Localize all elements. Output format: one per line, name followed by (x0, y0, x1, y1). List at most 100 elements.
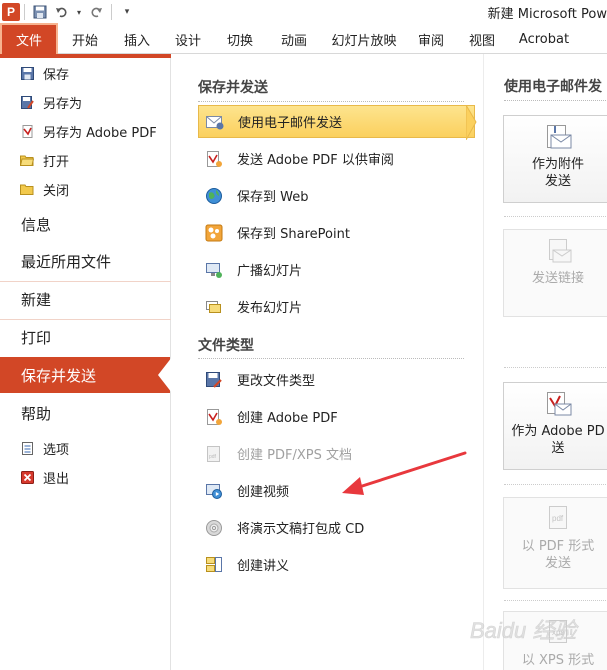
window-title: 新建 Microsoft Pow (487, 7, 607, 22)
send-as-xps-line1: 以 XPS 形式 (521, 653, 595, 668)
pdf-review-icon (205, 150, 223, 168)
baidu-watermark-text: Baidu 经验 (470, 618, 579, 643)
option-send-pdf-review[interactable]: 发送 Adobe PDF 以供审阅 (198, 142, 475, 175)
nav-save[interactable]: 保存 (20, 60, 69, 86)
send-as-pdf-button: pdf 以 PDF 形式 发送 (503, 497, 607, 589)
nav-help[interactable]: 帮助 (0, 395, 171, 431)
link-icon (541, 236, 575, 266)
change-type-icon (205, 371, 223, 389)
nav-new[interactable]: 新建 (0, 281, 171, 317)
nav-save-as-pdf[interactable]: 另存为 Adobe PDF (20, 118, 157, 144)
handout-icon (205, 556, 223, 574)
section-title-file-types: 文件类型 (198, 338, 254, 354)
customize-qat-icon[interactable]: ▾ (118, 3, 136, 21)
email-icon (206, 113, 224, 131)
send-as-pdf-line2: 发送 (544, 556, 571, 571)
undo-dropdown-icon[interactable]: ▾ (75, 3, 83, 21)
video-icon (205, 482, 223, 500)
nav-close-label: 关闭 (43, 183, 70, 199)
tab-insert[interactable]: 插入 (112, 24, 162, 54)
selected-item-pointer (466, 105, 477, 140)
send-as-attachment-button[interactable]: 作为附件 发送 (503, 115, 607, 203)
redo-icon[interactable] (87, 3, 105, 21)
svg-text:pdf: pdf (552, 514, 564, 523)
pdf-send-icon: pdf (541, 504, 575, 534)
send-link-button: 发送链接 (503, 229, 607, 317)
tab-view[interactable]: 视图 (456, 24, 508, 54)
svg-text:pdf: pdf (209, 454, 217, 460)
tab-design[interactable]: 设计 (162, 24, 214, 54)
option-change-file-type[interactable]: 更改文件类型 (198, 363, 475, 396)
qat-divider (111, 4, 112, 20)
save-as-icon (20, 95, 34, 109)
broadcast-icon (205, 261, 223, 279)
nav-save-label: 保存 (43, 67, 70, 83)
send-as-adobe-pdf-button[interactable]: 作为 Adobe PD 送 (503, 382, 607, 470)
nav-options-label: 选项 (43, 442, 70, 458)
nav-info[interactable]: 信息 (0, 206, 171, 242)
nav-save-and-send[interactable]: 保存并发送 (0, 357, 170, 393)
section-divider (504, 484, 607, 485)
title-bar: P ▾ ▾ 新建 Microsoft Pow (0, 0, 607, 24)
section-divider (504, 367, 607, 368)
send-as-attachment-label: 作为附件 发送 (503, 156, 607, 190)
save-icon[interactable] (31, 3, 49, 21)
email-options-panel: 使用电子邮件发 作为附件 发送 发送链接 作为 Adobe PD 送 pdf 以… (483, 54, 607, 670)
option-send-email[interactable]: 使用电子邮件发送 (198, 105, 475, 138)
nav-recent[interactable]: 最近所用文件 (0, 243, 171, 279)
option-save-web[interactable]: 保存到 Web (198, 179, 475, 212)
option-package-cd-label: 将演示文稿打包成 CD (237, 522, 365, 537)
pdf-xps-icon: pdf (205, 445, 223, 463)
nav-save-as-pdf-label: 另存为 Adobe PDF (43, 125, 157, 141)
quick-access-toolbar: P ▾ ▾ (0, 0, 138, 24)
nav-print[interactable]: 打印 (0, 319, 171, 355)
tab-slideshow[interactable]: 幻灯片放映 (322, 24, 406, 54)
close-folder-icon (20, 182, 34, 196)
nav-options[interactable]: 选项 (20, 435, 69, 461)
option-create-handouts-label: 创建讲义 (237, 559, 290, 574)
globe-icon (205, 187, 223, 205)
sharepoint-icon (205, 224, 223, 242)
option-create-video-label: 创建视频 (237, 485, 290, 500)
option-publish-slides-label: 发布幻灯片 (237, 301, 303, 316)
powerpoint-app-icon[interactable]: P (2, 3, 20, 21)
nav-open-label: 打开 (43, 154, 70, 170)
nav-close[interactable]: 关闭 (20, 176, 69, 202)
backstage-accent-strip (0, 54, 171, 58)
cd-icon (205, 519, 223, 537)
option-broadcast[interactable]: 广播幻灯片 (198, 253, 475, 286)
tab-transitions[interactable]: 切换 (214, 24, 266, 54)
section-divider (198, 101, 464, 102)
publish-icon (205, 298, 223, 316)
nav-exit-label: 退出 (43, 471, 70, 487)
tab-acrobat[interactable]: Acrobat (508, 24, 580, 54)
send-as-xps-label: 以 XPS 形式 (503, 652, 607, 669)
section-divider (504, 100, 607, 101)
option-change-file-type-label: 更改文件类型 (237, 374, 316, 389)
annotation-arrow (342, 451, 467, 495)
section-divider (198, 358, 464, 359)
option-save-sharepoint-label: 保存到 SharePoint (237, 227, 350, 242)
option-publish-slides[interactable]: 发布幻灯片 (198, 290, 475, 323)
send-as-pdf-line1: 以 PDF 形式 (521, 539, 595, 554)
send-link-label: 发送链接 (503, 270, 607, 287)
tab-review[interactable]: 审阅 (406, 24, 456, 54)
nav-open[interactable]: 打开 (20, 147, 69, 173)
nav-exit[interactable]: 退出 (20, 464, 69, 490)
undo-icon[interactable] (53, 3, 71, 21)
tab-file[interactable]: 文件 (0, 23, 58, 54)
tab-animations[interactable]: 动画 (266, 24, 322, 54)
options-icon (20, 441, 34, 455)
open-folder-icon (20, 153, 34, 167)
option-create-handouts[interactable]: 创建讲义 (198, 548, 475, 581)
section-divider (504, 216, 607, 217)
option-package-cd[interactable]: 将演示文稿打包成 CD (198, 511, 475, 544)
nav-save-as[interactable]: 另存为 (20, 89, 82, 115)
option-broadcast-label: 广播幻灯片 (237, 264, 303, 279)
section-title-save-send: 保存并发送 (198, 80, 268, 96)
send-as-adobe-pdf-line1: 作为 Adobe PD (511, 424, 605, 439)
option-save-sharepoint[interactable]: 保存到 SharePoint (198, 216, 475, 249)
send-as-attachment-line1: 作为附件 (531, 157, 584, 172)
option-create-adobe-pdf[interactable]: 创建 Adobe PDF (198, 400, 475, 433)
tab-home[interactable]: 开始 (58, 24, 112, 54)
